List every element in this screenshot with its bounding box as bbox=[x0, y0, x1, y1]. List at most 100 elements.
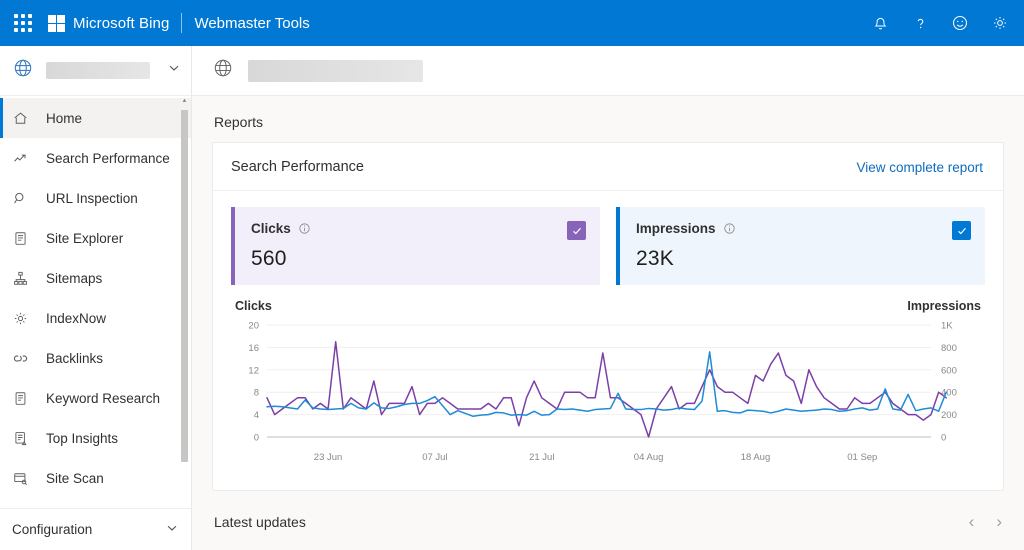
sidebar-nav-list: Home Search Performance URL Inspection S… bbox=[0, 96, 191, 508]
chart-x-axis: 23 Jun 07 Jul 21 Jul 04 Aug 18 Aug 01 Sep bbox=[314, 452, 878, 463]
sidebar-scrollbar[interactable]: ▲ bbox=[181, 98, 188, 500]
svg-text:12: 12 bbox=[248, 365, 259, 376]
info-icon[interactable] bbox=[298, 222, 311, 240]
sidebar: Home Search Performance URL Inspection S… bbox=[0, 46, 192, 550]
metric-value: 560 bbox=[251, 247, 287, 270]
sidebar-item-label: Keyword Research bbox=[46, 390, 161, 406]
main-header-site-redacted bbox=[248, 59, 423, 82]
sidebar-item-sitemaps[interactable]: Sitemaps bbox=[0, 258, 191, 298]
svg-text:20: 20 bbox=[248, 321, 259, 332]
sidebar-item-label: Search Performance bbox=[46, 150, 170, 166]
chart-right-axis-label: Impressions bbox=[907, 299, 981, 313]
chart-left-axis-label: Clicks bbox=[235, 299, 272, 313]
info-icon[interactable] bbox=[723, 222, 736, 240]
metric-name: Impressions bbox=[636, 221, 716, 236]
page-body: Home Search Performance URL Inspection S… bbox=[0, 46, 1024, 550]
sidebar-item-label: IndexNow bbox=[46, 310, 107, 326]
suite-bar-actions bbox=[870, 13, 1010, 33]
app-name-label: Webmaster Tools bbox=[194, 14, 310, 32]
globe-icon bbox=[12, 57, 36, 84]
card-header: Search Performance View complete report bbox=[213, 143, 1003, 191]
sidebar-item-label: Sitemaps bbox=[46, 270, 103, 286]
svg-text:4: 4 bbox=[254, 410, 259, 421]
metric-tile-impressions[interactable]: Impressions 23K bbox=[616, 207, 985, 285]
svg-text:1K: 1K bbox=[941, 321, 953, 332]
home-icon bbox=[12, 110, 38, 127]
search-performance-line-chart: 0 4 8 12 16 20 0 200 400 600 800 1K bbox=[231, 317, 985, 449]
view-complete-report-link[interactable]: View complete report bbox=[856, 160, 983, 175]
chart-svg: 04812162002004006008001K bbox=[248, 321, 957, 444]
latest-updates-header: Latest updates ‹ › bbox=[214, 513, 1002, 530]
chart-container: Clicks Impressions 0 4 8 12 16 20 0 200 400 600 80… bbox=[213, 293, 1003, 490]
svg-text:23 Jun: 23 Jun bbox=[314, 452, 343, 463]
chevron-down-icon[interactable] bbox=[167, 61, 181, 80]
settings-gear-icon[interactable] bbox=[990, 13, 1010, 33]
app-root: Microsoft Bing Webmaster Tools Home Sear… bbox=[0, 0, 1024, 550]
brand-label: Microsoft Bing bbox=[73, 14, 170, 32]
sidebar-item-label: Backlinks bbox=[46, 350, 104, 366]
sidebar-item-label: Site Scan bbox=[46, 470, 104, 486]
sidebar-item-url-inspection[interactable]: URL Inspection bbox=[0, 178, 191, 218]
globe-icon bbox=[212, 57, 234, 84]
chevron-left-icon[interactable]: ‹ bbox=[969, 513, 975, 530]
reports-section-title: Reports bbox=[214, 114, 264, 130]
chevron-down-icon[interactable] bbox=[165, 521, 179, 538]
svg-text:0: 0 bbox=[941, 433, 946, 444]
insights-icon bbox=[12, 430, 38, 447]
metric-tiles: Clicks 560 Impressions 23K bbox=[213, 191, 1003, 293]
metric-checkbox-impressions[interactable] bbox=[952, 221, 971, 240]
microsoft-squares-icon bbox=[48, 14, 65, 32]
sidebar-item-home[interactable]: Home bbox=[0, 98, 191, 138]
sidebar-item-top-insights[interactable]: Top Insights bbox=[0, 418, 191, 458]
document-list-icon bbox=[12, 230, 38, 247]
svg-text:07 Jul: 07 Jul bbox=[422, 452, 447, 463]
microsoft-bing-logo[interactable]: Microsoft Bing bbox=[48, 14, 170, 32]
svg-text:18 Aug: 18 Aug bbox=[741, 452, 771, 463]
sidebar-item-search-performance[interactable]: Search Performance bbox=[0, 138, 191, 178]
main-scroll-area: Reports Search Performance View complete… bbox=[192, 96, 1024, 550]
suite-bar: Microsoft Bing Webmaster Tools bbox=[0, 0, 1024, 46]
sidebar-scrollbar-thumb[interactable] bbox=[181, 110, 188, 462]
sidebar-item-backlinks[interactable]: Backlinks bbox=[0, 338, 191, 378]
svg-text:8: 8 bbox=[254, 388, 259, 399]
site-selector[interactable] bbox=[0, 46, 191, 96]
svg-text:04 Aug: 04 Aug bbox=[634, 452, 664, 463]
sidebar-item-site-explorer[interactable]: Site Explorer bbox=[0, 218, 191, 258]
sidebar-item-indexnow[interactable]: IndexNow bbox=[0, 298, 191, 338]
chart-axis-legends: Clicks Impressions bbox=[231, 299, 985, 317]
svg-text:0: 0 bbox=[254, 433, 259, 444]
latest-updates-title: Latest updates bbox=[214, 513, 306, 530]
app-launcher-waffle-icon[interactable] bbox=[10, 10, 36, 36]
sidebar-footer-label: Configuration bbox=[12, 522, 93, 537]
search-performance-card: Search Performance View complete report … bbox=[212, 142, 1004, 491]
gear-icon bbox=[12, 310, 38, 327]
chevron-right-icon[interactable]: › bbox=[996, 513, 1002, 530]
site-name-redacted bbox=[46, 62, 150, 79]
sidebar-item-keyword-research[interactable]: Keyword Research bbox=[0, 378, 191, 418]
chain-links-icon bbox=[12, 350, 38, 367]
magnifier-icon bbox=[12, 190, 38, 207]
notifications-bell-icon[interactable] bbox=[870, 13, 890, 33]
svg-text:600: 600 bbox=[941, 365, 957, 376]
latest-updates-pager: ‹ › bbox=[969, 513, 1002, 530]
sitemap-tree-icon bbox=[12, 270, 38, 287]
card-title: Search Performance bbox=[231, 159, 364, 175]
brand-divider bbox=[181, 13, 183, 33]
metric-checkbox-clicks[interactable] bbox=[567, 221, 586, 240]
metric-value: 23K bbox=[636, 247, 674, 270]
site-scan-icon bbox=[12, 470, 38, 487]
svg-text:01 Sep: 01 Sep bbox=[847, 452, 877, 463]
document-lines-icon bbox=[12, 390, 38, 407]
metric-tile-clicks[interactable]: Clicks 560 bbox=[231, 207, 600, 285]
scroll-up-arrow-icon[interactable]: ▲ bbox=[181, 98, 188, 104]
feedback-smiley-icon[interactable] bbox=[950, 13, 970, 33]
help-question-icon[interactable] bbox=[910, 13, 930, 33]
sidebar-item-label: Home bbox=[46, 110, 83, 126]
sidebar-item-site-scan[interactable]: Site Scan bbox=[0, 458, 191, 498]
sidebar-item-label: URL Inspection bbox=[46, 190, 138, 206]
sidebar-item-configuration[interactable]: Configuration bbox=[0, 508, 191, 550]
svg-text:200: 200 bbox=[941, 410, 957, 421]
svg-text:21 Jul: 21 Jul bbox=[529, 452, 554, 463]
svg-text:400: 400 bbox=[941, 388, 957, 399]
svg-text:800: 800 bbox=[941, 343, 957, 354]
